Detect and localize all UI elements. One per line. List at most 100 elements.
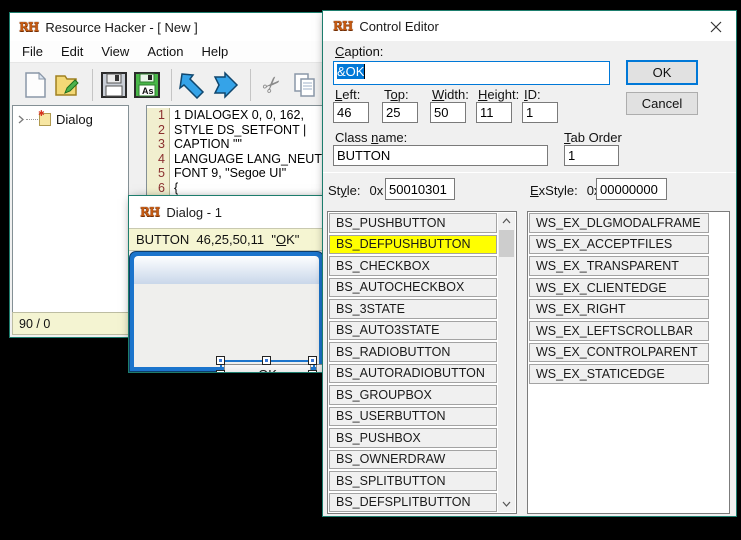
copy-icon[interactable] xyxy=(290,70,320,100)
list-item[interactable]: BS_AUTOCHECKBOX xyxy=(329,278,497,298)
toolbar-separator xyxy=(250,69,251,101)
export-arrow-icon[interactable] xyxy=(211,70,241,100)
app-icon: RH xyxy=(19,20,38,34)
list-item[interactable]: BS_GROUPBOX xyxy=(329,385,497,405)
style-hex-field[interactable] xyxy=(385,178,455,200)
app-icon: RH xyxy=(140,205,159,219)
separator-line xyxy=(323,172,736,173)
style-flags-list[interactable]: BS_PUSHBUTTON BS_DEFPUSHBUTTON BS_CHECKB… xyxy=(327,211,517,514)
caption-input[interactable]: &OK xyxy=(333,61,610,85)
code-text: FONT 9, "Segoe UI" xyxy=(170,166,286,181)
save-as-icon[interactable]: As xyxy=(132,70,162,100)
list-item[interactable]: WS_EX_STATICEDGE xyxy=(529,364,709,384)
dialog1-titlebar: RH Dialog - 1 xyxy=(129,196,324,228)
tab-order-label: Tab Order xyxy=(564,130,622,145)
scroll-up-icon[interactable] xyxy=(498,213,515,229)
line-number: 4 xyxy=(147,152,170,167)
list-item[interactable]: BS_USERBUTTON xyxy=(329,407,497,427)
selected-text: &OK xyxy=(337,64,364,79)
code-text: LANGUAGE LANG_NEUT xyxy=(170,152,322,167)
menu-item-action[interactable]: Action xyxy=(138,42,192,61)
selection-handle-nw[interactable] xyxy=(217,357,224,364)
class-name-field[interactable] xyxy=(333,145,548,166)
line-number: 2 xyxy=(147,123,170,138)
list-item[interactable]: BS_AUTO3STATE xyxy=(329,321,497,341)
exstyle-row: ExStyle: 0x xyxy=(530,183,600,198)
list-item[interactable]: WS_EX_CLIENTEDGE xyxy=(529,278,709,298)
line-number: 6 xyxy=(147,181,170,196)
cut-icon[interactable]: ✂ xyxy=(257,70,287,100)
list-item[interactable]: BS_OWNERDRAW xyxy=(329,450,497,470)
cancel-button[interactable]: Cancel xyxy=(626,92,698,115)
left-field[interactable] xyxy=(333,102,369,123)
main-window-title: Resource Hacker - [ New ] xyxy=(45,20,197,35)
list-item[interactable]: BS_CHECKBOX xyxy=(329,256,497,276)
height-field[interactable] xyxy=(476,102,512,123)
selection-handle-ne[interactable] xyxy=(309,357,316,364)
import-arrow-icon[interactable] xyxy=(178,70,208,100)
preview-client-area[interactable]: OK xyxy=(134,284,319,367)
resource-tree: Dialog xyxy=(12,105,129,314)
control-editor-title: Control Editor xyxy=(359,19,438,34)
tab-order-field[interactable] xyxy=(564,145,619,166)
chevron-right-icon[interactable] xyxy=(17,115,25,124)
exstyle-hex-field[interactable] xyxy=(596,178,667,200)
selection-handle-n[interactable] xyxy=(263,357,270,364)
list-item-selected[interactable]: BS_DEFPUSHBUTTON xyxy=(329,235,497,255)
list-item[interactable]: WS_EX_ACCEPTFILES xyxy=(529,235,709,255)
top-label: Top: xyxy=(384,87,409,102)
id-field[interactable] xyxy=(522,102,558,123)
list-item[interactable]: BS_3STATE xyxy=(329,299,497,319)
new-document-icon[interactable] xyxy=(20,70,50,100)
exstyle-flags-list[interactable]: WS_EX_DLGMODALFRAME WS_EX_ACCEPTFILES WS… xyxy=(527,211,730,514)
height-label: Height: xyxy=(478,87,519,102)
list-item[interactable]: BS_PUSHBOX xyxy=(329,428,497,448)
tree-item-label: Dialog xyxy=(56,112,93,127)
top-field[interactable] xyxy=(382,102,418,123)
style-hex-prefix: 0x xyxy=(370,183,384,198)
text-caret xyxy=(364,64,365,79)
list-item[interactable]: WS_EX_CONTROLPARENT xyxy=(529,343,709,363)
width-label: Width: xyxy=(432,87,469,102)
tree-item-dialog[interactable]: Dialog xyxy=(13,106,128,127)
list-item[interactable]: BS_RADIOBUTTON xyxy=(329,342,497,362)
save-icon[interactable] xyxy=(99,70,129,100)
list-item[interactable]: BS_SPLITBUTTON xyxy=(329,471,497,491)
open-file-icon[interactable] xyxy=(53,70,83,100)
selection-handle-w[interactable] xyxy=(217,371,224,373)
list-item[interactable]: BS_PUSHBUTTON xyxy=(329,213,497,233)
menu-item-help[interactable]: Help xyxy=(192,42,237,61)
scrollbar[interactable] xyxy=(498,213,515,512)
exstyle-label: ExStyle: xyxy=(530,183,578,198)
list-item[interactable]: BS_AUTORADIOBUTTON xyxy=(329,364,497,384)
style-row: Style: 0x xyxy=(328,183,383,198)
control-info-bar: BUTTON 46,25,50,11 "OK" xyxy=(129,228,324,251)
width-field[interactable] xyxy=(430,102,466,123)
resource-folder-icon xyxy=(39,113,51,126)
ok-button[interactable]: OK xyxy=(626,60,698,85)
menu-item-view[interactable]: View xyxy=(92,42,138,61)
list-item[interactable]: BS_DEFSPLITBUTTON xyxy=(329,493,497,513)
code-text: 1 DIALOGEX 0, 0, 162, xyxy=(170,108,304,123)
line-number: 1 xyxy=(147,108,170,123)
list-item[interactable]: WS_EX_TRANSPARENT xyxy=(529,256,709,276)
menu-item-edit[interactable]: Edit xyxy=(52,42,92,61)
style-label: Style: xyxy=(328,183,361,198)
caption-label: Caption: xyxy=(335,44,383,59)
list-item[interactable]: WS_EX_RIGHT xyxy=(529,299,709,319)
list-item[interactable]: WS_EX_LEFTSCROLLBAR xyxy=(529,321,709,341)
left-label: Left: xyxy=(335,87,360,102)
menu-item-file[interactable]: File xyxy=(13,42,52,61)
scroll-down-icon[interactable] xyxy=(498,496,515,512)
list-item[interactable]: WS_EX_DLGMODALFRAME xyxy=(529,213,709,233)
selection-handle-e[interactable] xyxy=(309,371,316,373)
scrollbar-thumb[interactable] xyxy=(499,230,514,257)
control-editor-dialog: RH Control Editor Caption: &OK OK Cancel… xyxy=(322,10,737,517)
id-label: ID: xyxy=(524,87,541,102)
code-text: CAPTION "" xyxy=(170,137,242,152)
dialog-canvas[interactable]: OK xyxy=(129,251,324,372)
code-text: STYLE DS_SETFONT | xyxy=(170,123,306,138)
close-icon[interactable] xyxy=(708,19,724,35)
tree-dotted-line xyxy=(26,119,38,120)
control-editor-titlebar: RH Control Editor xyxy=(323,11,736,41)
